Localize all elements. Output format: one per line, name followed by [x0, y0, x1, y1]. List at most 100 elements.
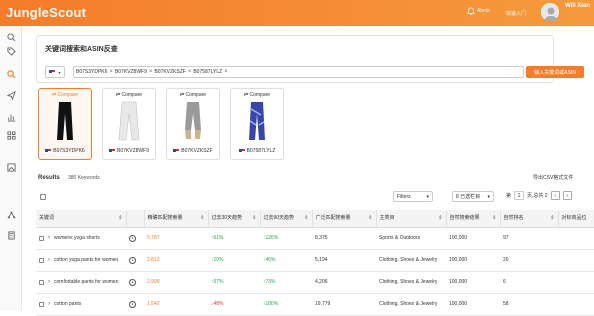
columns-select[interactable]: 8 已选栏目 ▾: [452, 191, 494, 202]
compare-toggle[interactable]: ⇄ Compare: [167, 92, 219, 98]
sort-icon[interactable]: ⇕: [368, 215, 372, 222]
sidebar-tag-icon[interactable]: [6, 46, 16, 56]
sidebar-send-icon[interactable]: [6, 90, 16, 100]
column-header[interactable]: 对标商品位: [558, 210, 594, 228]
organic-results-cell: 100,000: [446, 227, 500, 250]
export-csv-link[interactable]: 导出CSV格式文件: [533, 174, 573, 181]
filters-button[interactable]: Filters ▾: [393, 191, 433, 202]
filters-label: Filters: [397, 193, 411, 200]
comp-cell: [558, 227, 594, 250]
alerts-button[interactable]: Alerts: [467, 7, 490, 15]
column-header[interactable]: 关键词 ⇕: [36, 210, 127, 228]
sidebar-image-icon[interactable]: [6, 162, 16, 172]
column-header-label: 自然排名: [503, 214, 524, 221]
column-header-label: 精确匹配搜索量: [147, 214, 183, 221]
quick-start-link[interactable]: 快速入门: [506, 10, 526, 17]
expand-icon[interactable]: ›: [48, 301, 50, 308]
prev-page-button[interactable]: ‹: [550, 191, 560, 200]
broad-volume-cell: 8,375: [312, 227, 376, 250]
us-flag-icon: [49, 70, 56, 74]
product-card[interactable]: ⇄ Compare B07KVZKSZF: [166, 88, 220, 160]
pagination: 第 1 页,总共 2 ‹ ›: [506, 191, 572, 200]
asin-chip[interactable]: B07KVZ8WF9 ×: [115, 69, 152, 75]
column-header[interactable]: 主类目 ⇕: [376, 210, 447, 228]
row-checkbox[interactable]: [39, 279, 44, 285]
compare-toggle[interactable]: ⇄ Compare: [231, 92, 283, 98]
row-checkbox[interactable]: [39, 301, 44, 307]
compare-label: Compare: [185, 92, 207, 98]
sidebar-nodes-icon[interactable]: [6, 210, 16, 220]
product-card[interactable]: ⇄ Compare B07S3YDPK6: [38, 88, 92, 160]
expand-icon[interactable]: ›: [48, 257, 50, 264]
broad-volume-cell: 5,194: [312, 249, 376, 272]
page-input[interactable]: 1: [514, 191, 525, 200]
compare-toggle[interactable]: ⇄ Compare: [39, 92, 91, 98]
username[interactable]: Will Xian: [565, 3, 590, 9]
close-icon[interactable]: ×: [109, 69, 113, 75]
sort-icon[interactable]: ⇕: [550, 215, 554, 222]
asin-input[interactable]: B07S3YDPK6 × B07KVZ8WF9 × B07KVZKSZF × B075…: [73, 66, 524, 78]
product-asin: B07KVZKSZF: [167, 148, 219, 154]
sidebar-keyword-search-icon[interactable]: [6, 69, 16, 79]
product-card[interactable]: ⇄ Compare B07KVZ8WF9: [102, 88, 156, 160]
chevron-down-icon: ▾: [426, 193, 429, 200]
page-label: 第: [506, 193, 512, 199]
asin-chip[interactable]: B07587LYLZ ×: [193, 69, 227, 75]
chevron-down-icon: ▾: [58, 69, 61, 75]
product-image: [175, 101, 211, 141]
table-row[interactable]: › cotton pants ● 1,542 ↓48% ↑100% 19,779 …: [36, 293, 594, 316]
sort-icon[interactable]: ⇕: [304, 215, 308, 222]
asin-chip[interactable]: B07S3YDPK6 ×: [76, 69, 113, 75]
us-flag-icon: [45, 149, 52, 153]
search-button[interactable]: 输入关键词或ASIN: [526, 66, 584, 78]
product-asin: B07KVZ8WF9: [103, 148, 155, 154]
table-row[interactable]: › cotton yoga pants for women ● 3,813 ↑10…: [36, 249, 594, 272]
column-header[interactable]: 自然搜索结果 ⇕: [446, 210, 501, 228]
exact-volume-cell: 5,787: [144, 227, 208, 250]
sidebar-search-icon[interactable]: [6, 32, 16, 42]
expand-icon[interactable]: ›: [48, 279, 50, 286]
sort-icon[interactable]: ⇕: [492, 215, 496, 222]
comp-cell: [558, 249, 594, 272]
sidebar-chart-icon[interactable]: [6, 112, 16, 122]
column-header[interactable]: 过去90天趋势 ⇕: [260, 210, 313, 228]
row-checkbox[interactable]: [39, 257, 44, 263]
broad-volume-cell: 19,779: [312, 293, 376, 316]
product-card[interactable]: ⇄ Compare B07587LYLZ: [230, 88, 284, 160]
sidebar-grid-icon[interactable]: [6, 130, 16, 140]
table-row[interactable]: › comfortable pants for women ● 2,999 ↑57…: [36, 271, 594, 294]
row-checkbox[interactable]: [39, 235, 44, 241]
sidebar: [0, 26, 22, 311]
column-header[interactable]: 过去30天趋势 ⇕: [208, 210, 261, 228]
sidebar-calculator-icon[interactable]: [6, 230, 16, 240]
sort-icon[interactable]: ⇕: [252, 215, 256, 222]
view-icon[interactable]: ●: [129, 300, 136, 308]
trend90-cell: ↑46%: [260, 249, 312, 272]
column-header[interactable]: 精确匹配搜索量 ⇕: [144, 210, 209, 228]
close-icon[interactable]: ×: [188, 69, 192, 75]
expand-icon[interactable]: ›: [48, 235, 50, 242]
avatar[interactable]: [541, 3, 559, 21]
view-icon[interactable]: ●: [129, 278, 136, 286]
close-icon[interactable]: ×: [149, 69, 153, 75]
table-header-row: 关键词 ⇕ 精确匹配搜索量 ⇕ 过去30天趋势 ⇕ 过去90天趋势 ⇕ 广泛匹配搜索量 ⇕…: [36, 210, 594, 228]
sort-icon[interactable]: ⇕: [118, 215, 122, 222]
next-page-button[interactable]: ›: [562, 191, 572, 200]
category-cell: Clothing, Shoes & Jewelry: [376, 271, 446, 294]
app-logo[interactable]: JungleScout: [6, 5, 86, 20]
view-icon[interactable]: ●: [129, 234, 136, 242]
organic-rank-cell: 58: [500, 293, 558, 316]
sort-icon[interactable]: ⇕: [200, 215, 204, 222]
table-row[interactable]: › womens yoga shorts ● 5,787 ↑61% ↑126% 8…: [36, 227, 594, 250]
compare-toggle[interactable]: ⇄ Compare: [103, 92, 155, 98]
asin-chip[interactable]: B07KVZKSZF ×: [154, 69, 191, 75]
column-header-label: 对标商品位: [561, 214, 587, 221]
column-header[interactable]: 广泛匹配搜索量 ⇕: [312, 210, 377, 228]
sort-icon[interactable]: ⇕: [438, 215, 442, 222]
trend90-cell: ↑100%: [260, 293, 312, 316]
close-icon[interactable]: ×: [224, 69, 228, 75]
select-all-checkbox[interactable]: [40, 194, 46, 200]
marketplace-select[interactable]: ▾: [45, 66, 65, 78]
column-header[interactable]: 自然排名 ⇕: [500, 210, 559, 228]
view-icon[interactable]: ●: [129, 256, 136, 264]
